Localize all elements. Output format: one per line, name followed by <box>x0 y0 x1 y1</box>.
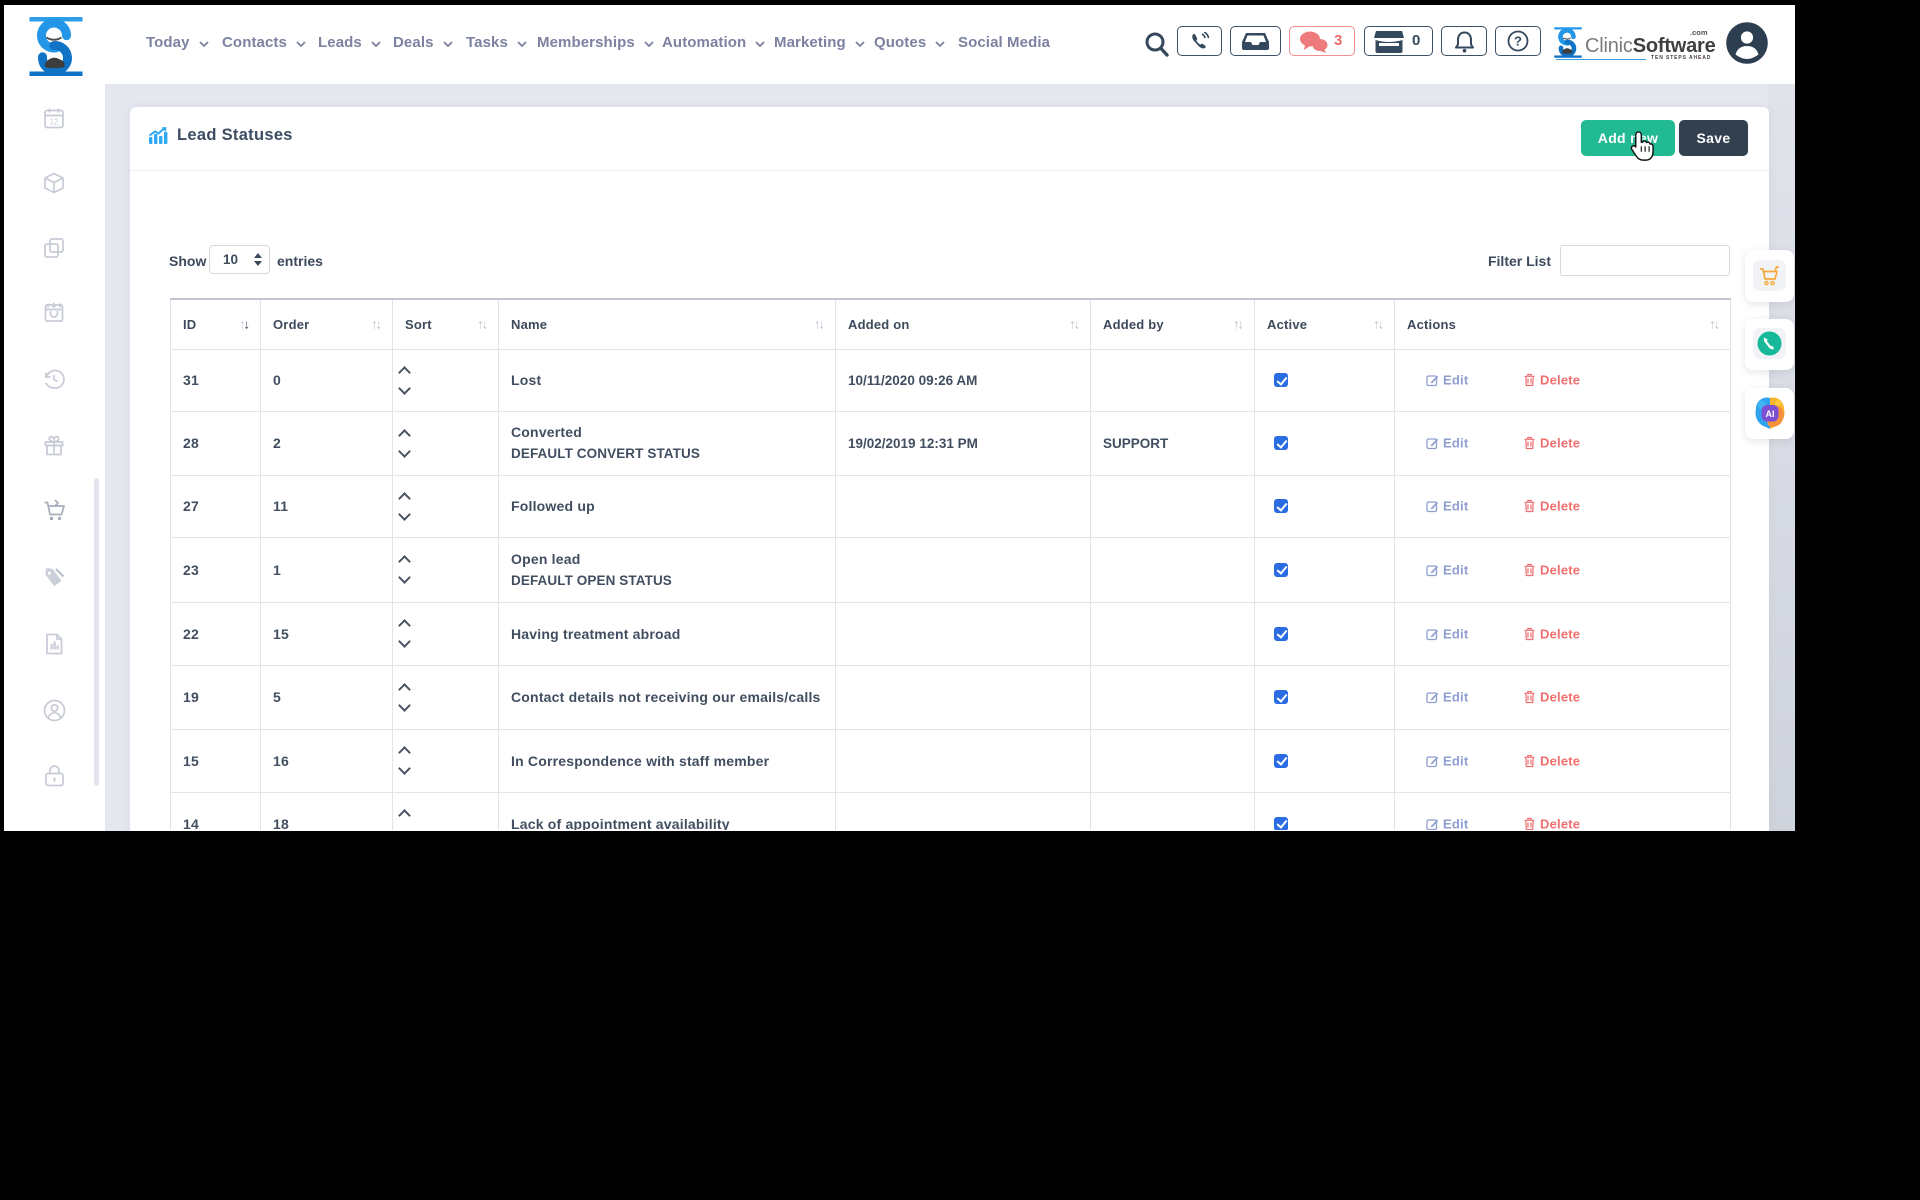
svg-text:?: ? <box>1514 34 1522 49</box>
svg-text:AI: AI <box>1766 409 1775 419</box>
svg-text:12: 12 <box>50 118 59 127</box>
